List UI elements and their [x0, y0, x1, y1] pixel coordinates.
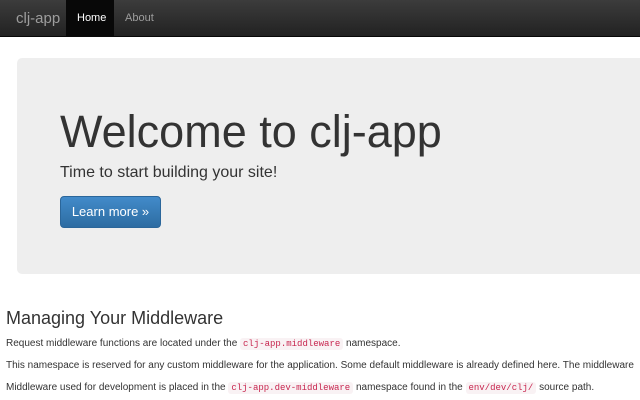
p3-text-before: Middleware used for development is place…	[6, 382, 226, 393]
nav-home-link[interactable]: Home	[66, 0, 114, 37]
middleware-paragraph-1: Request middleware functions are located…	[6, 337, 401, 351]
middleware-paragraph-3: Middleware used for development is place…	[6, 381, 594, 395]
welcome-subtitle: Time to start building your site!	[60, 164, 278, 181]
p3-text-after: source path.	[539, 382, 595, 393]
p3-text-middle: namespace found in the	[355, 382, 463, 393]
middleware-namespace-code: clj-app.middleware	[240, 338, 344, 350]
dev-source-path-code: env/dev/clj/	[465, 382, 537, 394]
welcome-heading: Welcome to clj-app	[60, 106, 442, 157]
dev-middleware-namespace-code: clj-app.dev-middleware	[228, 382, 354, 394]
p1-text-after: namespace.	[346, 338, 401, 349]
middleware-paragraph-2: This namespace is reserved for any custo…	[6, 360, 634, 371]
p1-text-before: Request middleware functions are located…	[6, 338, 238, 349]
brand-link[interactable]: clj-app	[16, 0, 60, 37]
learn-more-button[interactable]: Learn more »	[60, 196, 161, 228]
middleware-heading: Managing Your Middleware	[6, 308, 224, 328]
jumbotron: Welcome to clj-app Time to start buildin…	[17, 58, 640, 274]
top-navbar: clj-app Home About	[0, 0, 640, 37]
nav-about-link[interactable]: About	[114, 0, 165, 37]
